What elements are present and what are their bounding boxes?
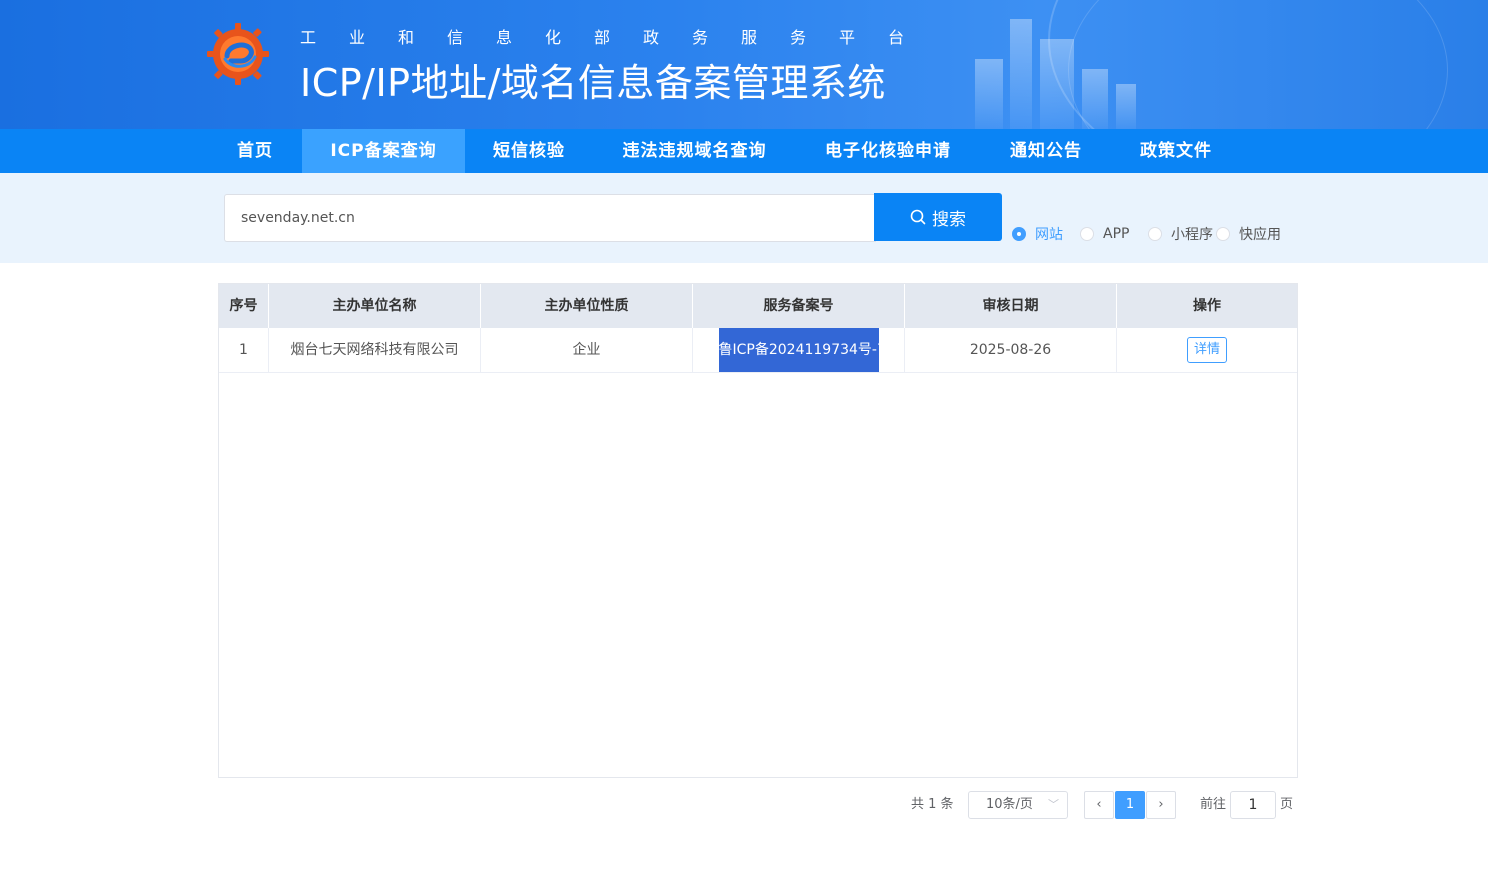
radio-app[interactable]: APP [1080,224,1129,244]
cell-record-no: 鲁ICP备2024119734号-7 [693,328,905,372]
nav-item-policies[interactable]: 政策文件 [1128,129,1224,173]
cell-index: 1 [219,328,269,372]
radio-label: APP [1103,226,1130,242]
chevron-left-icon: ‹ [1096,797,1102,812]
column-header-name: 主办单位名称 [269,284,481,328]
search-input[interactable]: sevenday.net.cn [224,194,876,242]
banner-building [1116,84,1136,129]
radio-website[interactable]: 网站 [1012,224,1063,244]
cell-name: 烟台七天网络科技有限公司 [269,328,481,372]
prev-page-button[interactable]: ‹ [1084,791,1114,819]
record-no-text: 鲁ICP备2024119734号-7 [718,328,879,372]
radio-dot [1216,227,1230,241]
banner-building [975,59,1003,129]
results-table: 序号 主办单位名称 主办单位性质 服务备案号 审核日期 操作 1 烟台七天网络科… [218,283,1298,778]
radio-quick-app[interactable]: 快应用 [1216,224,1281,244]
page-title: ICP/IP地址/域名信息备案管理系统 [300,61,886,105]
next-page-button[interactable]: › [1146,791,1176,819]
page-number-current[interactable]: 1 [1115,791,1145,819]
cell-action: 详情 [1117,328,1297,372]
radio-dot [1148,227,1162,241]
cell-nature: 企业 [481,328,693,372]
pagination-total: 共 1 条 [911,797,954,812]
search-icon [910,209,926,225]
search-button-label: 搜索 [932,209,966,230]
goto-page-input[interactable]: 1 [1230,791,1276,819]
radio-label: 网站 [1035,227,1063,243]
page-size-value: 10条/页 [986,797,1033,812]
page-unit-label: 页 [1280,797,1294,812]
column-header-action: 操作 [1193,298,1221,314]
nav-item-icp-query[interactable]: ICP备案查询 [302,129,465,173]
chevron-down-icon: ﹀ [1048,798,1059,811]
radio-mini-program[interactable]: 小程序 [1148,224,1213,244]
main-nav: 首页 ICP备案查询 短信核验 违法违规域名查询 电子化核验申请 通知公告 政策… [0,129,1488,173]
nav-item-home[interactable]: 首页 [220,129,290,173]
goto-label: 前往 [1200,797,1227,812]
radio-label: 小程序 [1171,227,1213,243]
banner-building [1010,19,1032,129]
search-button[interactable]: 搜索 [874,193,1002,241]
chevron-right-icon: › [1158,797,1164,812]
header-banner: 工业和信息化部政务服务平台 ICP/IP地址/域名信息备案管理系统 [0,0,1488,129]
nav-item-sms-verify[interactable]: 短信核验 [480,129,578,173]
column-header-nature: 主办单位性质 [481,284,693,328]
page-size-select[interactable]: 10条/页 ﹀ [968,791,1068,819]
cell-date: 2025-08-26 [905,328,1117,372]
banner-subtitle: 工业和信息化部政务服务平台 [300,28,938,47]
radio-label: 快应用 [1239,227,1281,243]
table-row: 1 烟台七天网络科技有限公司 企业 鲁ICP备2024119734号-7 202… [219,328,1297,373]
nav-item-illegal-domain[interactable]: 违法违规域名查询 [612,129,777,173]
banner-building [1082,69,1108,129]
table-header: 序号 主办单位名称 主办单位性质 服务备案号 审核日期 操作 [219,284,1297,328]
column-header-index: 序号 [219,284,269,328]
radio-dot [1012,227,1026,241]
column-header-record-no: 服务备案号 [693,284,905,328]
radio-dot [1080,227,1094,241]
nav-item-e-verify[interactable]: 电子化核验申请 [815,129,961,173]
detail-button[interactable]: 详情 [1186,337,1227,363]
column-header-date: 审核日期 [905,284,1117,328]
miit-logo-icon [207,23,269,85]
nav-item-notices[interactable]: 通知公告 [998,129,1094,173]
banner-building [1040,39,1074,129]
